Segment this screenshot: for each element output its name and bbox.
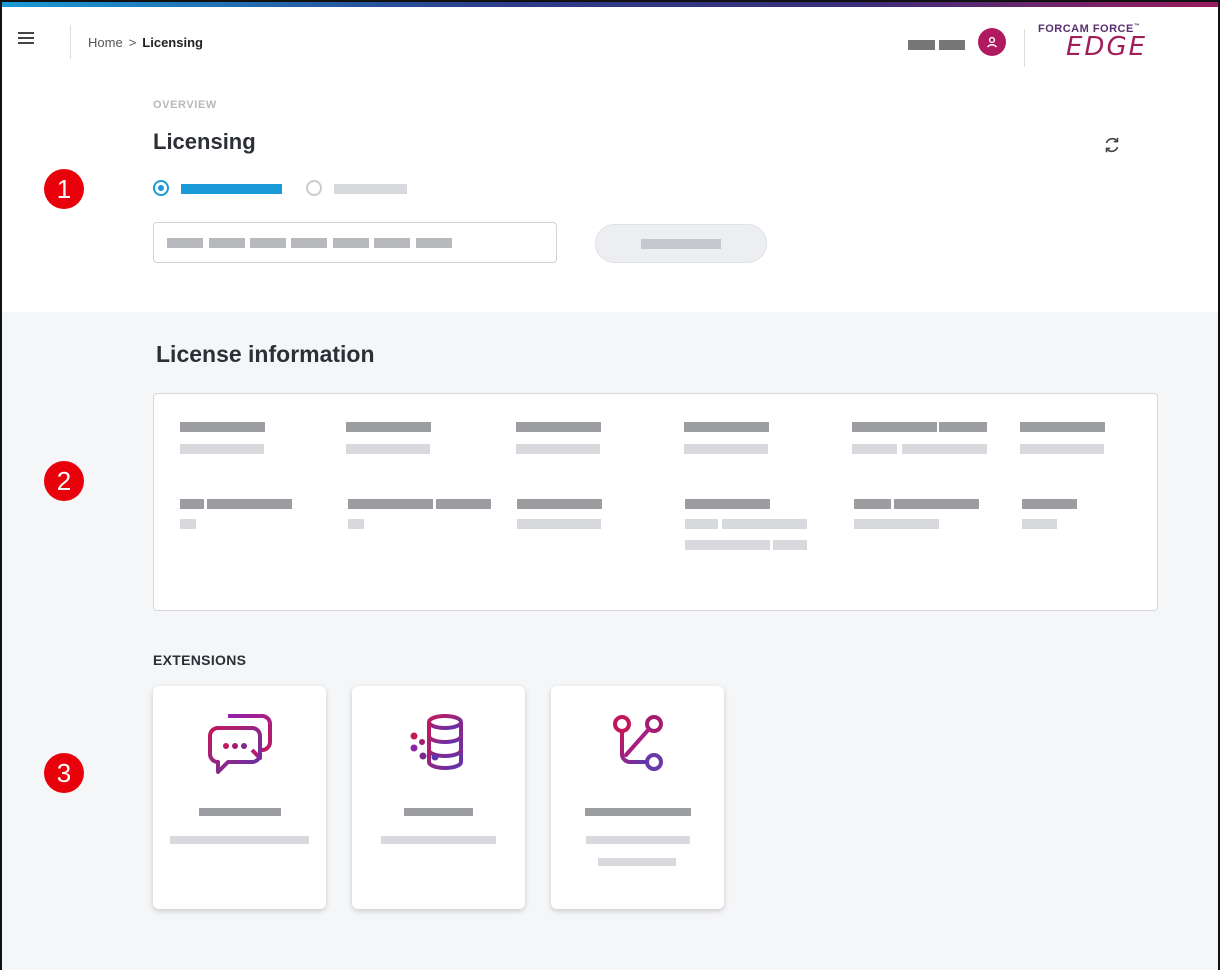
info-value-redacted <box>180 444 264 454</box>
input-text-redacted <box>416 238 452 248</box>
extension-card-2[interactable] <box>352 686 525 909</box>
extension-title-redacted <box>404 808 473 816</box>
radio-option-1[interactable] <box>153 180 169 196</box>
breadcrumb-current: Licensing <box>142 35 203 50</box>
info-value-redacted <box>685 540 770 550</box>
info-value-redacted <box>1022 519 1057 529</box>
extension-desc-redacted <box>381 836 496 844</box>
info-label-redacted <box>207 499 292 509</box>
input-text-redacted <box>250 238 286 248</box>
extensions-heading: EXTENSIONS <box>153 652 247 668</box>
radio-option-2[interactable] <box>306 180 322 196</box>
extension-desc-redacted <box>598 858 676 866</box>
license-info-heading: License information <box>156 341 375 367</box>
breadcrumb: Home > Licensing <box>88 35 203 50</box>
info-value-redacted <box>773 540 807 550</box>
info-label-redacted <box>180 499 204 509</box>
app-header: Home > Licensing FORCAM FORCE™ EDGE <box>2 7 1218 75</box>
annotation-marker-3: 3 <box>44 753 84 793</box>
info-value-redacted <box>852 444 897 454</box>
info-value-redacted <box>684 444 768 454</box>
extension-title-redacted <box>199 808 281 816</box>
info-label-redacted <box>517 499 602 509</box>
forcam-logo: FORCAM FORCE™ EDGE <box>1038 23 1148 62</box>
page-overline: OVERVIEW <box>153 99 217 111</box>
info-value-redacted <box>685 519 718 529</box>
info-label-redacted <box>1022 499 1077 509</box>
info-value-redacted <box>346 444 430 454</box>
info-label-redacted <box>852 422 937 432</box>
chat-bubbles-icon <box>207 714 272 774</box>
breadcrumb-home[interactable]: Home <box>88 35 123 50</box>
info-label-redacted <box>346 422 431 432</box>
header-divider <box>70 25 71 59</box>
hamburger-menu-icon[interactable] <box>18 29 38 49</box>
extension-card-3[interactable] <box>551 686 724 909</box>
info-value-redacted <box>854 519 939 529</box>
info-label-redacted <box>348 499 433 509</box>
info-label-redacted <box>854 499 891 509</box>
info-label-redacted <box>685 499 770 509</box>
page-title: Licensing <box>153 129 256 154</box>
info-value-redacted <box>180 519 196 529</box>
database-icon <box>410 714 463 770</box>
info-value-redacted <box>902 444 987 454</box>
username-redacted-1 <box>908 40 935 50</box>
git-branch-icon <box>612 715 663 771</box>
info-value-redacted <box>348 519 364 529</box>
info-value-redacted <box>517 519 601 529</box>
annotation-marker-1: 1 <box>44 169 84 209</box>
input-text-redacted <box>374 238 410 248</box>
refresh-icon[interactable] <box>1102 135 1122 155</box>
app-frame: Home > Licensing FORCAM FORCE™ EDGE OVER… <box>0 0 1220 970</box>
logo-divider <box>1024 29 1025 67</box>
info-label-redacted <box>1020 422 1105 432</box>
extension-desc-redacted <box>586 836 690 844</box>
input-text-redacted <box>167 238 203 248</box>
info-value-redacted <box>516 444 600 454</box>
license-info-card <box>153 393 1158 611</box>
username-redacted-2 <box>939 40 965 50</box>
extension-title-redacted <box>585 808 691 816</box>
extension-desc-redacted <box>170 836 309 844</box>
activate-button[interactable] <box>595 224 767 263</box>
extension-card-1[interactable] <box>153 686 326 909</box>
info-label-redacted <box>939 422 987 432</box>
license-key-input[interactable] <box>153 222 557 263</box>
info-label-redacted <box>180 422 265 432</box>
info-label-redacted <box>516 422 601 432</box>
radio-option-1-label-redacted <box>181 184 282 194</box>
input-text-redacted <box>209 238 245 248</box>
info-label-redacted <box>684 422 769 432</box>
breadcrumb-separator: > <box>128 35 137 50</box>
activate-button-label-redacted <box>641 239 721 249</box>
info-value-redacted <box>722 519 807 529</box>
input-text-redacted <box>333 238 369 248</box>
info-label-redacted <box>894 499 979 509</box>
radio-option-2-label-redacted <box>334 184 407 194</box>
annotation-marker-2: 2 <box>44 461 84 501</box>
input-text-redacted <box>291 238 327 248</box>
user-avatar-icon[interactable] <box>978 28 1006 56</box>
info-value-redacted <box>1020 444 1104 454</box>
info-label-redacted <box>436 499 491 509</box>
